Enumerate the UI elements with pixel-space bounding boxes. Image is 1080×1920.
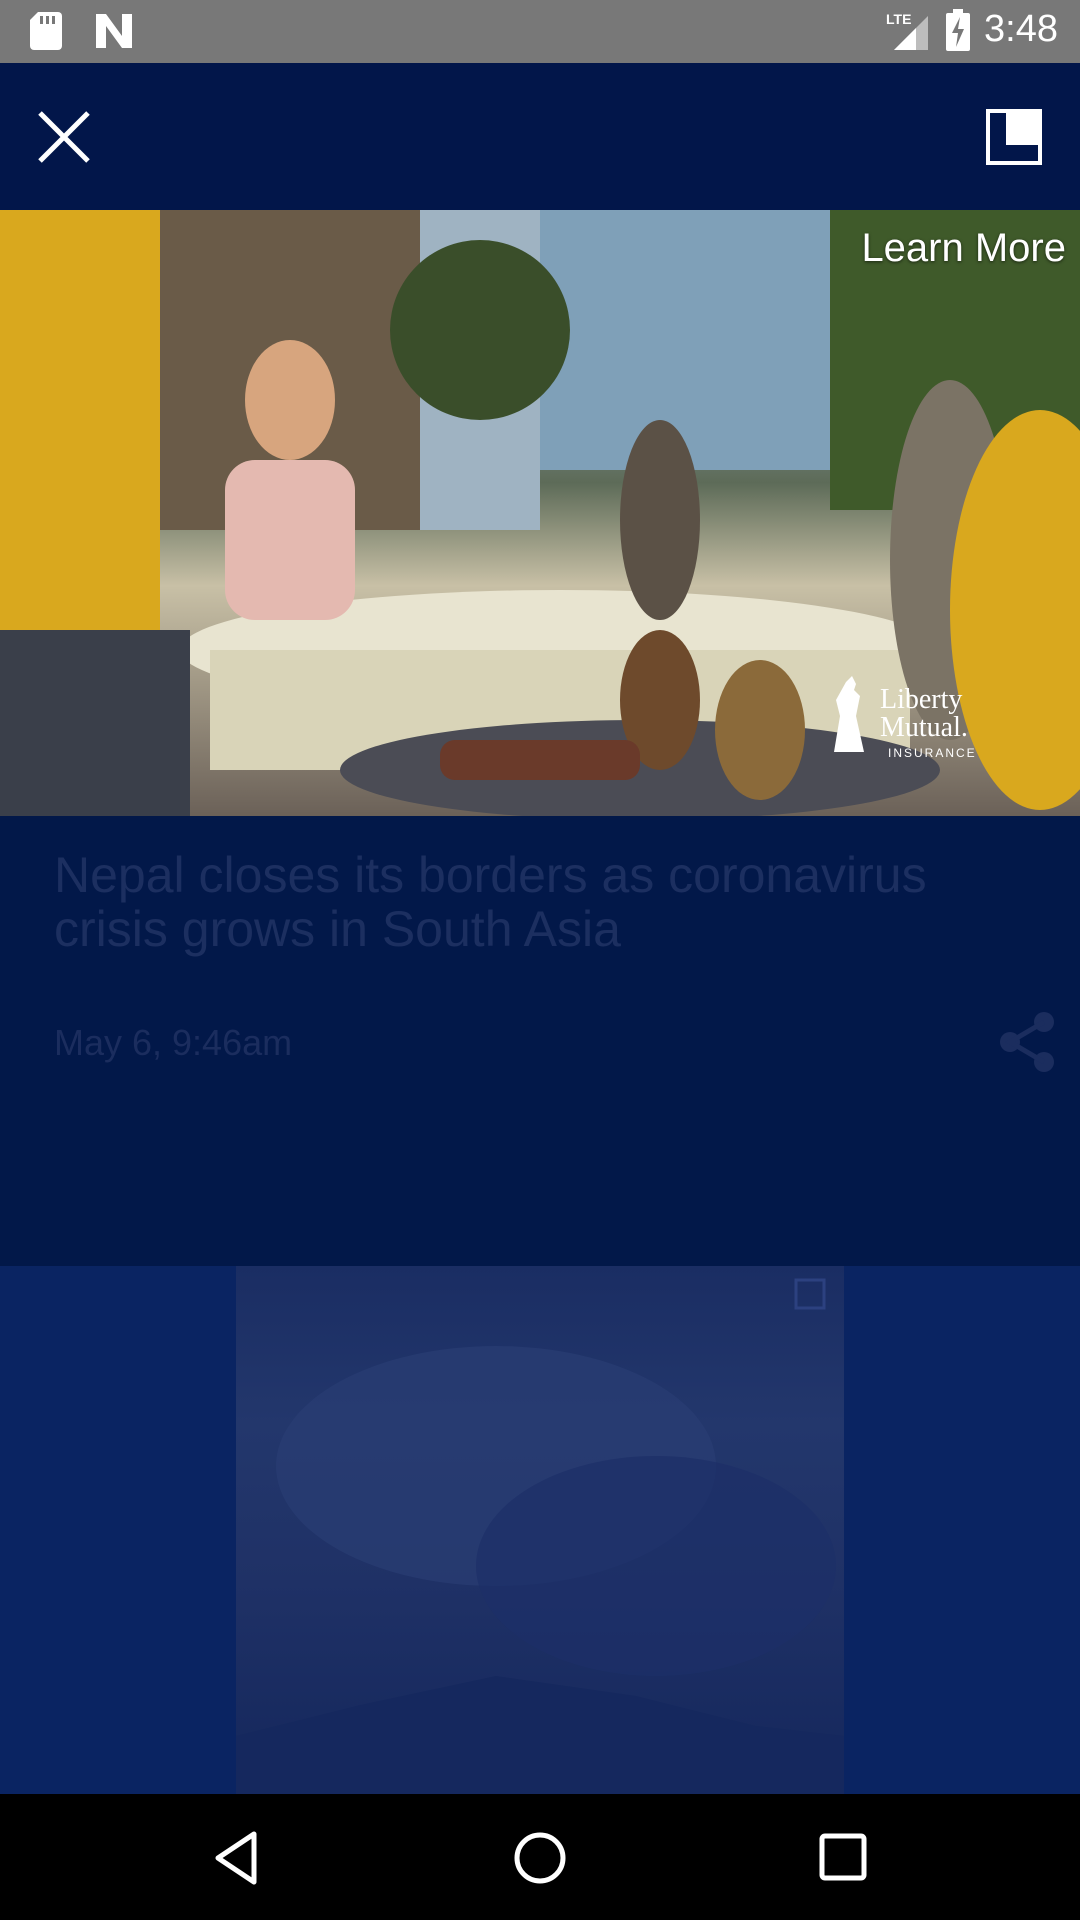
navigation-bar bbox=[0, 1794, 1080, 1920]
video-ad-player[interactable]: Learn More Liberty Mutual. INSURANCE bbox=[0, 210, 1080, 816]
learn-more-link[interactable]: Learn More bbox=[861, 226, 1066, 271]
picture-in-picture-icon[interactable] bbox=[986, 109, 1042, 165]
statue-logo-icon bbox=[834, 676, 864, 752]
article-date: May 6, 9:46am bbox=[54, 1022, 293, 1063]
sd-card-icon bbox=[30, 12, 62, 50]
logo-text-line3: INSURANCE bbox=[888, 746, 977, 760]
home-icon[interactable] bbox=[510, 1828, 570, 1888]
top-bar bbox=[0, 63, 1080, 210]
logo-text-line2: Mutual. bbox=[880, 712, 968, 743]
article-headline[interactable]: Nepal closes its borders as coronavirus … bbox=[54, 848, 1014, 956]
status-bar: LTE 3:48 bbox=[0, 0, 1080, 63]
svg-text:LTE: LTE bbox=[886, 11, 911, 27]
n-notification-icon bbox=[96, 14, 132, 48]
article-image-graphic bbox=[236, 1278, 844, 1794]
status-time: 3:48 bbox=[984, 8, 1058, 50]
brand-logo: Liberty Mutual. INSURANCE bbox=[826, 676, 976, 766]
recents-icon[interactable] bbox=[814, 1828, 874, 1888]
back-icon[interactable] bbox=[208, 1828, 268, 1888]
share-icon[interactable] bbox=[998, 1010, 1058, 1074]
signal-icon: LTE bbox=[886, 11, 929, 50]
battery-charging-icon bbox=[946, 8, 971, 51]
close-icon[interactable] bbox=[36, 109, 92, 165]
article-image[interactable] bbox=[236, 1266, 844, 1794]
